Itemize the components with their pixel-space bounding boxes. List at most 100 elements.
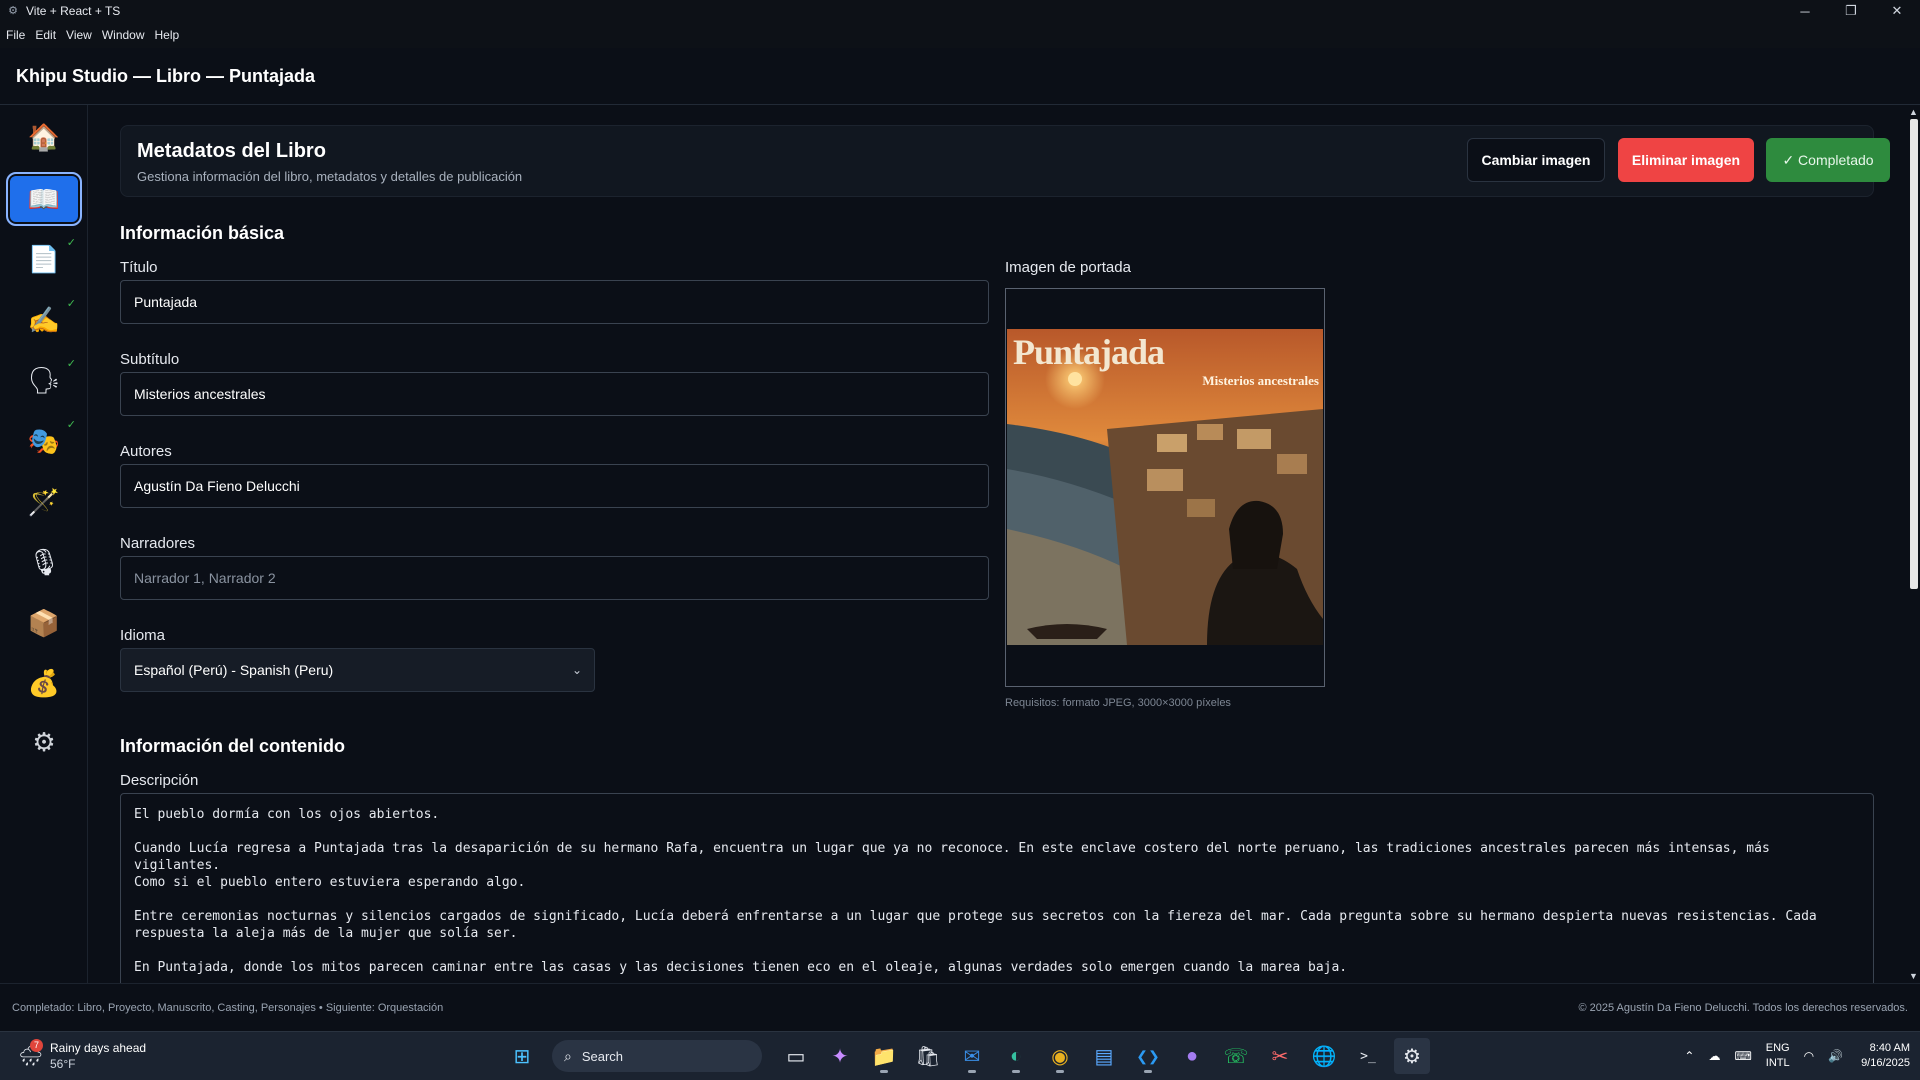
vscode-icon[interactable]: ❮❯ <box>1130 1038 1166 1074</box>
terminal-icon[interactable]: >_ <box>1350 1038 1386 1074</box>
task-view-icon[interactable]: ▭ <box>778 1038 814 1074</box>
sidebar-item-characters[interactable]: 🎭 ✓ <box>6 414 82 468</box>
app-header: Khipu Studio — Libro — Puntajada <box>0 48 1920 105</box>
wifi-icon[interactable]: ◠ <box>1804 1049 1814 1063</box>
completed-check-icon: ✓ <box>66 358 76 370</box>
file-explorer-icon[interactable]: 📁 <box>866 1038 902 1074</box>
scroll-down-arrow-icon[interactable]: ▼ <box>1909 971 1918 981</box>
outlook-icon[interactable]: ✉ <box>954 1038 990 1074</box>
description-paragraph: Cuando Lucía regresa a Puntajada tras la… <box>134 841 1770 890</box>
snipping-tool-icon[interactable]: ✂ <box>1262 1038 1298 1074</box>
main-content: Metadatos del Libro Gestiona información… <box>88 105 1908 983</box>
main-scrollbar[interactable]: ▲ ▼ <box>1908 105 1920 983</box>
sidebar-item-project[interactable]: 📄 ✓ <box>6 232 82 286</box>
completed-button[interactable]: ✓ Completado <box>1766 138 1890 182</box>
description-textarea[interactable]: El pueblo dormía con los ojos abiertos. … <box>120 793 1874 983</box>
title-bar: ⚙ Vite + React + TS ─ ❐ ✕ <box>0 0 1920 22</box>
onedrive-cloud-icon[interactable]: ☁ <box>1708 1049 1720 1063</box>
document-icon: 📄 <box>27 243 61 274</box>
notepad-icon[interactable]: ▤ <box>1086 1038 1122 1074</box>
magic-wand-icon: 🪄 <box>27 486 61 517</box>
sidebar-item-manuscript[interactable]: ✍ ✓ <box>6 293 82 347</box>
menu-window[interactable]: Window <box>102 28 145 42</box>
minimize-button[interactable]: ─ <box>1782 0 1828 22</box>
writing-hand-icon: ✍ <box>27 304 61 335</box>
taskbar-search[interactable]: ⌕ Search <box>552 1040 762 1072</box>
page-subtitle: Gestiona información del libro, metadato… <box>137 169 523 184</box>
cover-title-text: Puntajada <box>1013 332 1165 372</box>
copyright: © 2025 Agustín Da Fieno Delucchi. Todos … <box>1578 1001 1908 1014</box>
keyboard-icon[interactable]: ⌨ <box>1734 1049 1751 1063</box>
status-footer: Completado: Libro, Proyecto, Manuscrito,… <box>0 983 1920 1031</box>
menu-file[interactable]: File <box>6 28 25 42</box>
menu-view[interactable]: View <box>66 28 92 42</box>
app-gear-icon[interactable]: ⚙ <box>1394 1038 1430 1074</box>
weather-temperature: 56°F <box>50 1057 76 1071</box>
scroll-up-arrow-icon[interactable]: ▲ <box>1909 107 1918 117</box>
cover-image: Puntajada Misterios ancestrales <box>1007 329 1323 645</box>
change-image-button[interactable]: Cambiar imagen <box>1467 138 1605 182</box>
chevron-up-icon[interactable]: ⌃ <box>1684 1049 1694 1063</box>
copilot-icon[interactable]: ✦ <box>822 1038 858 1074</box>
menu-edit[interactable]: Edit <box>35 28 56 42</box>
sidebar: 🏠 📖 📄 ✓ ✍ ✓ 🗣 ✓ 🎭 ✓ 🪄 🎙 📦 💰 ⚙ <box>0 105 88 983</box>
clock-time: 8:40 AM <box>1869 1042 1910 1054</box>
authors-input[interactable]: Agustín Da Fieno Delucchi <box>120 464 989 508</box>
clock[interactable]: 8:40 AM 9/16/2025 <box>1861 1041 1910 1071</box>
menu-help[interactable]: Help <box>155 28 180 42</box>
close-button[interactable]: ✕ <box>1874 0 1920 22</box>
delete-image-button[interactable]: Eliminar imagen <box>1618 138 1754 182</box>
volume-icon[interactable]: 🔊 <box>1828 1049 1843 1063</box>
cover-image-frame[interactable]: Puntajada Misterios ancestrales <box>1005 288 1325 687</box>
package-icon: 📦 <box>27 607 61 638</box>
description-paragraph: Entre ceremonias nocturnas y silencios c… <box>134 909 1817 941</box>
description-paragraph: En Puntajada, donde los mitos parecen ca… <box>134 960 1348 975</box>
language-indicator[interactable]: ENG INTL <box>1766 1041 1790 1071</box>
house-icon: 🏠 <box>27 121 61 152</box>
app-title: Khipu Studio — Libro — Puntajada <box>16 65 315 86</box>
cover-requirements: Requisitos: formato JPEG, 3000×3000 píxe… <box>1005 697 1231 709</box>
content-info-heading: Información del contenido <box>120 736 346 756</box>
store-icon[interactable]: 🛍 <box>910 1038 946 1074</box>
chrome-icon[interactable]: ◉ <box>1042 1038 1078 1074</box>
basic-info-heading: Información básica <box>120 223 285 243</box>
title-input[interactable]: Puntajada <box>120 280 989 324</box>
sidebar-item-orchestration[interactable]: 🪄 <box>6 475 82 529</box>
gear-icon: ⚙ <box>32 726 56 757</box>
window-controls: ─ ❐ ✕ <box>1782 0 1920 22</box>
system-tray: ⌃ ☁ ⌨ ENG INTL ◠ 🔊 8:40 AM 9/16/2025 <box>1670 1038 1910 1074</box>
theater-masks-icon: 🎭 <box>27 425 61 456</box>
completed-check-icon: ✓ <box>66 237 76 249</box>
window-title: Vite + React + TS <box>26 4 121 18</box>
sidebar-item-casting[interactable]: 🗣 ✓ <box>6 353 82 407</box>
globe-app-icon[interactable]: 🌐 <box>1306 1038 1342 1074</box>
sidebar-item-packaging[interactable]: 📦 <box>6 596 82 650</box>
description-label: Descripción <box>120 772 199 789</box>
completed-check-icon: ✓ <box>66 298 76 310</box>
speaking-head-icon: 🗣 <box>27 364 61 395</box>
clock-date: 9/16/2025 <box>1861 1057 1910 1069</box>
subtitle-input[interactable]: Misterios ancestrales <box>120 372 989 416</box>
description-paragraph: El pueblo dormía con los ojos abiertos. <box>134 807 440 822</box>
narrators-input[interactable]: Narrador 1, Narrador 2 <box>120 556 989 600</box>
page-header-card: Metadatos del Libro Gestiona información… <box>120 125 1890 197</box>
language-select[interactable]: Español (Perú) - Spanish (Peru) ⌄ <box>120 648 595 692</box>
workflow-status: Completado: Libro, Proyecto, Manuscrito,… <box>12 1001 444 1014</box>
sidebar-item-settings[interactable]: ⚙ <box>6 715 82 769</box>
sidebar-item-audio[interactable]: 🎙 <box>6 535 82 589</box>
whatsapp-icon[interactable]: ☏ <box>1218 1038 1254 1074</box>
sidebar-item-book[interactable]: 📖 <box>6 172 82 226</box>
weather-widget[interactable]: 🌧 7 Rainy days ahead 56°F <box>18 1039 146 1072</box>
scrollbar-thumb[interactable] <box>1910 119 1918 589</box>
github-icon[interactable]: ● <box>1174 1038 1210 1074</box>
language-label: Idioma <box>120 627 166 644</box>
search-label: Search <box>581 1048 624 1064</box>
edge-icon[interactable]: ◐ <box>998 1038 1034 1074</box>
chevron-down-icon: ⌄ <box>571 663 582 677</box>
windows-start-icon[interactable]: ⊞ <box>504 1038 540 1074</box>
microphone-icon: 🎙 <box>27 546 61 577</box>
restore-button[interactable]: ❐ <box>1828 0 1874 22</box>
sidebar-item-cost[interactable]: 💰 <box>6 656 82 710</box>
sidebar-item-home[interactable]: 🏠 <box>6 110 82 164</box>
weather-badge: 7 <box>30 1039 43 1052</box>
